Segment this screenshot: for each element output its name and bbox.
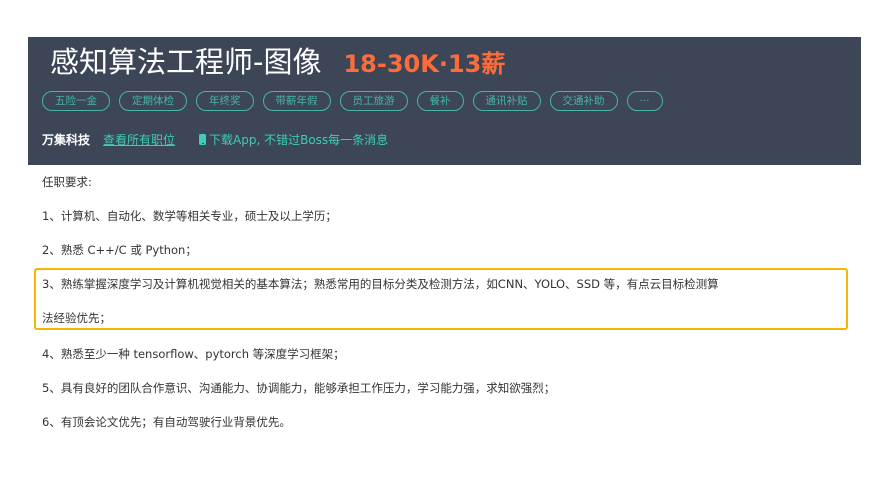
tag-staff-travel[interactable]: 员工旅游: [339, 91, 408, 111]
title-row: 感知算法工程师-图像 18-30K·13薪: [50, 39, 505, 85]
tag-regular-checkup[interactable]: 定期体检: [119, 91, 187, 111]
requirement-line: 5、具有良好的团队合作意识、沟通能力、协调能力，能够承担工作压力，学习能力强，求…: [42, 381, 556, 395]
tag-phone-allowance[interactable]: 通讯补贴: [472, 91, 541, 111]
tag-paid-leave[interactable]: 带薪年假: [262, 91, 331, 111]
requirements-section: 任职要求: 1、计算机、自动化、数学等相关专业，硕士及以上学历； 2、熟悉 C+…: [42, 172, 862, 429]
benefit-tags: 五险一金 定期体检 年终奖 带薪年假 员工旅游 餐补 通讯补贴 交通补助 ···: [42, 91, 672, 111]
requirement-line: 1、计算机、自动化、数学等相关专业，硕士及以上学历；: [42, 209, 337, 223]
requirements-heading: 任职要求:: [42, 175, 92, 189]
tag-transport-allowance[interactable]: 交通补助: [549, 91, 618, 111]
highlight-box: [34, 268, 848, 330]
requirement-line: 6、有顶会论文优先；有自动驾驶行业背景优先。: [42, 415, 291, 429]
company-row: 万集科技 查看所有职位 下载App, 不错过Boss每一条消息: [42, 131, 388, 148]
download-app-label: 下载App, 不错过Boss每一条消息: [209, 133, 389, 147]
salary: 18-30K·13薪: [343, 50, 506, 78]
tag-meal-allowance[interactable]: 餐补: [416, 91, 464, 111]
download-app-link[interactable]: 下载App, 不错过Boss每一条消息: [199, 131, 388, 148]
requirement-line: 4、熟悉至少一种 tensorflow、pytorch 等深度学习框架；: [42, 347, 345, 361]
tag-year-end-bonus[interactable]: 年终奖: [196, 91, 254, 111]
company-name: 万集科技: [42, 133, 91, 147]
phone-icon: [199, 134, 207, 145]
job-title: 感知算法工程师-图像: [50, 45, 322, 79]
tag-more[interactable]: ···: [626, 91, 663, 111]
view-all-jobs-link[interactable]: 查看所有职位: [103, 131, 175, 148]
job-detail-page: 感知算法工程师-图像 18-30K·13薪 五险一金 定期体检 年终奖 带薪年假…: [0, 0, 878, 494]
requirement-line: 2、熟悉 C++/C 或 Python；: [42, 243, 197, 257]
job-header: 感知算法工程师-图像 18-30K·13薪 五险一金 定期体检 年终奖 带薪年假…: [28, 37, 861, 165]
tag-wuxianyijin[interactable]: 五险一金: [42, 91, 110, 111]
